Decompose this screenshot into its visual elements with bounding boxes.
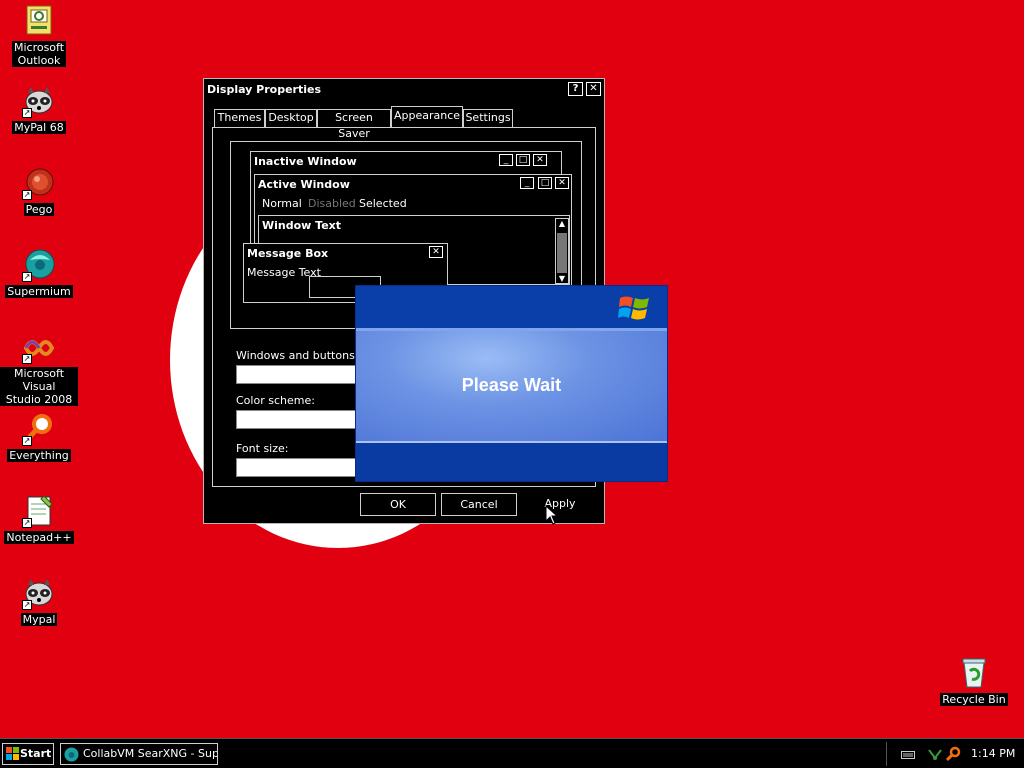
please-wait-window: Please Wait xyxy=(355,285,668,482)
outlook-icon xyxy=(22,4,56,38)
supermium-icon: ↗ xyxy=(22,248,56,282)
windows-logo-icon xyxy=(618,296,649,320)
shortcut-arrow-icon: ↗ xyxy=(22,190,32,200)
magnifier-icon: ↗ xyxy=(22,412,56,446)
menu-selected: Selected xyxy=(359,197,407,210)
desktop-icon-outlook[interactable]: Microsoft Outlook xyxy=(0,4,78,67)
ok-button[interactable]: OK xyxy=(360,493,436,516)
desktop-icon-visual-studio[interactable]: ↗ Microsoft Visual Studio 2008 xyxy=(0,330,78,406)
desktop-icon-everything[interactable]: ↗ Everything xyxy=(0,412,78,462)
visual-studio-icon: ↗ xyxy=(22,330,56,364)
mouse-cursor-icon xyxy=(545,505,559,525)
maximize-icon: □ xyxy=(516,154,530,166)
close-icon: ✕ xyxy=(429,246,443,258)
color-scheme-select[interactable] xyxy=(236,410,366,429)
desktop-icon-pego[interactable]: ↗ Pego xyxy=(0,166,78,216)
scroll-up-icon: ▲ xyxy=(558,219,566,228)
shortcut-arrow-icon: ↗ xyxy=(22,108,32,118)
windows-buttons-label: Windows and buttons: xyxy=(236,349,359,362)
help-button[interactable]: ? xyxy=(568,82,583,96)
close-button[interactable]: ✕ xyxy=(586,82,601,96)
tab-desktop[interactable]: Desktop xyxy=(265,109,317,127)
taskbar: Start CollabVM SearXNG - Sup... 1:14 PM xyxy=(0,738,1024,768)
please-wait-footer xyxy=(356,443,667,481)
network-icon[interactable] xyxy=(927,746,943,762)
supermium-icon xyxy=(64,747,79,762)
scroll-down-icon: ▼ xyxy=(558,274,566,283)
system-tray: 1:14 PM xyxy=(886,742,1022,766)
start-label: Start xyxy=(20,747,52,760)
active-window-title: Active Window xyxy=(258,178,350,191)
shortcut-arrow-icon: ↗ xyxy=(22,436,32,446)
please-wait-text: Please Wait xyxy=(461,375,562,395)
windows-buttons-select[interactable] xyxy=(236,365,366,384)
raccoon-icon: ↗ xyxy=(22,84,56,118)
close-icon: ✕ xyxy=(555,177,569,189)
desktop-icon-mypal[interactable]: ↗ Mypal xyxy=(0,576,78,626)
menu-disabled: Disabled xyxy=(308,197,356,210)
notepadpp-icon: ↗ xyxy=(22,494,56,528)
taskbar-item-label: CollabVM SearXNG - Sup... xyxy=(83,747,218,760)
raccoon-icon: ↗ xyxy=(22,576,56,610)
shortcut-arrow-icon: ↗ xyxy=(22,600,32,610)
cancel-button[interactable]: Cancel xyxy=(441,493,517,516)
font-size-label: Font size: xyxy=(236,442,289,455)
start-button[interactable]: Start xyxy=(2,743,54,765)
shortcut-arrow-icon: ↗ xyxy=(22,354,32,364)
message-box-title: Message Box xyxy=(247,247,329,260)
desktop-icon-mypal-68[interactable]: ↗ MyPal 68 xyxy=(0,84,78,134)
preview-scrollbar: ▲ ▼ xyxy=(555,218,569,284)
color-scheme-label: Color scheme: xyxy=(236,394,315,407)
desktop-icon-notepadpp[interactable]: ↗ Notepad++ xyxy=(0,494,78,544)
dialog-title: Display Properties xyxy=(207,83,322,96)
tab-screen-saver[interactable]: Screen Saver xyxy=(317,109,391,140)
taskbar-item-collabvm[interactable]: CollabVM SearXNG - Sup... xyxy=(60,743,218,765)
keyboard-icon[interactable] xyxy=(901,751,915,759)
maximize-icon: □ xyxy=(538,177,552,189)
shortcut-arrow-icon: ↗ xyxy=(22,518,32,528)
desktop-icon-supermium[interactable]: ↗ Supermium xyxy=(0,248,78,298)
close-icon: ✕ xyxy=(533,154,547,166)
recycle-bin-icon xyxy=(957,656,991,690)
pego-icon: ↗ xyxy=(22,166,56,200)
tab-themes[interactable]: Themes xyxy=(214,109,265,127)
magnifier-icon[interactable] xyxy=(945,746,961,762)
apply-button[interactable]: Apply xyxy=(522,493,598,516)
inactive-window-title: Inactive Window xyxy=(254,155,357,168)
menu-normal: Normal xyxy=(262,197,302,210)
minimize-icon: _ xyxy=(520,177,534,189)
desktop-icon-recycle-bin[interactable]: Recycle Bin xyxy=(935,656,1013,706)
window-text-label: Window Text xyxy=(262,219,342,232)
tab-settings[interactable]: Settings xyxy=(463,109,513,127)
shortcut-arrow-icon: ↗ xyxy=(22,272,32,282)
clock[interactable]: 1:14 PM xyxy=(971,747,1015,760)
font-size-select[interactable] xyxy=(236,458,366,477)
scrollbar-thumb xyxy=(557,233,567,273)
tab-appearance[interactable]: Appearance xyxy=(391,106,463,127)
windows-logo-icon xyxy=(6,747,19,760)
minimize-icon: _ xyxy=(499,154,513,166)
